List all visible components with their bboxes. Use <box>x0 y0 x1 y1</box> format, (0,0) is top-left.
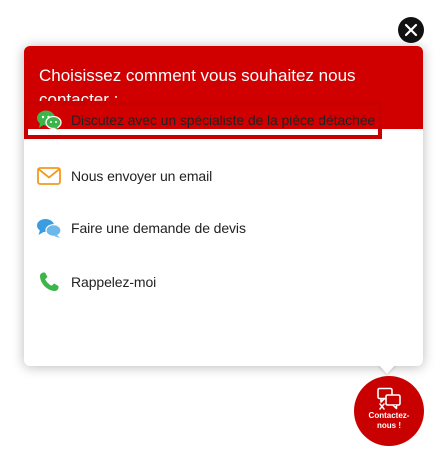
option-label: Discutez avec un spécialiste de la pièce… <box>71 112 376 128</box>
option-label: Nous envoyer un email <box>71 168 213 184</box>
option-email[interactable]: Nous envoyer un email <box>24 158 384 194</box>
contact-widget: Choisissez comment vous souhaitez nous c… <box>0 0 442 462</box>
phone-icon <box>36 269 62 295</box>
option-label: Faire une demande de devis <box>71 220 246 236</box>
chat-icon <box>377 387 401 410</box>
speech-bubbles-icon <box>36 215 62 241</box>
close-icon <box>404 23 418 37</box>
chat-bubbles-icon <box>36 107 62 133</box>
envelope-icon <box>36 163 62 189</box>
option-label: Rappelez-moi <box>71 274 157 290</box>
option-callback[interactable]: Rappelez-moi <box>24 264 384 300</box>
contact-us-label: Contactez-nous ! <box>368 411 410 430</box>
option-chat-specialist[interactable]: Discutez avec un spécialiste de la pièce… <box>24 101 382 139</box>
contact-us-button[interactable]: Contactez-nous ! <box>354 376 424 446</box>
close-button[interactable] <box>398 17 424 43</box>
contact-popup: Choisissez comment vous souhaitez nous c… <box>24 46 423 366</box>
popup-pointer <box>378 364 396 374</box>
option-quote-request[interactable]: Faire une demande de devis <box>24 210 384 246</box>
